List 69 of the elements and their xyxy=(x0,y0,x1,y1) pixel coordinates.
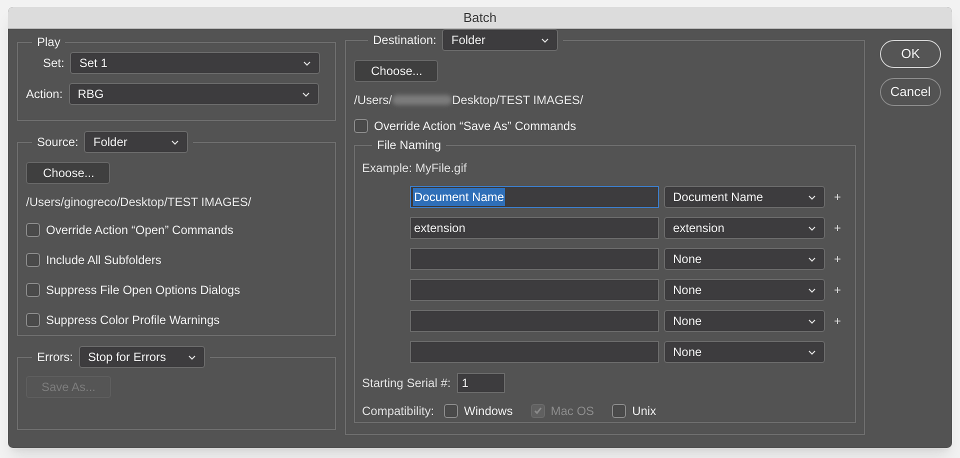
name-field[interactable] xyxy=(410,341,659,363)
add-button[interactable]: + xyxy=(834,281,842,299)
destination-select[interactable]: Folder xyxy=(442,29,558,51)
example-text: Example: MyFile.gif xyxy=(362,160,468,177)
chevron-icon xyxy=(808,318,816,324)
chevron-icon xyxy=(808,350,816,354)
chevron-icon xyxy=(808,226,816,230)
window-title: Batch xyxy=(463,8,497,27)
token-select[interactable]: None xyxy=(664,248,825,270)
token-select[interactable]: None xyxy=(664,279,825,301)
checkbox[interactable] xyxy=(612,404,626,418)
source-path: /Users/ginogreco/Desktop/TEST IMAGES/ xyxy=(26,194,252,211)
add-button[interactable]: + xyxy=(834,188,842,206)
checkbox[interactable] xyxy=(26,283,40,297)
action-select[interactable]: RBG xyxy=(68,83,319,105)
blurred-text xyxy=(392,95,452,105)
checkbox[interactable] xyxy=(26,253,40,267)
set-label: Set: xyxy=(43,55,64,72)
source-select[interactable]: Folder xyxy=(84,131,188,153)
chevron-icon xyxy=(541,38,550,42)
chevron-icon xyxy=(188,354,196,360)
checkbox-label: Suppress File Open Options Dialogs xyxy=(46,282,240,299)
name-field[interactable] xyxy=(410,248,659,270)
serial-field[interactable]: 1 xyxy=(456,373,505,393)
checkbox-label: Override Action “Open” Commands xyxy=(46,222,234,239)
token-select[interactable]: Document Name xyxy=(664,186,825,208)
checkbox-label: Windows xyxy=(464,403,513,420)
errors-label: Errors: xyxy=(37,349,73,366)
token-select[interactable]: extension xyxy=(664,217,825,239)
checkbox[interactable] xyxy=(444,404,458,418)
dialog-button[interactable]: Cancel xyxy=(880,78,941,106)
destination-label: Destination: xyxy=(373,32,436,49)
add-button[interactable]: + xyxy=(834,312,842,330)
chevron-icon xyxy=(302,92,310,96)
checkbox-label: Override Action “Save As” Commands xyxy=(374,118,576,135)
action-label: Action: xyxy=(26,86,63,103)
file-naming-legend: File Naming xyxy=(372,136,446,154)
compatibility-label: Compatibility: xyxy=(362,403,434,420)
destination-path-start: /Users/ xyxy=(354,92,392,109)
name-field[interactable]: Document Name xyxy=(410,186,659,208)
checkbox-label: Suppress Color Profile Warnings xyxy=(46,312,220,329)
chevron-icon xyxy=(808,194,816,200)
play-legend: Play xyxy=(32,33,66,51)
checkbox-label: Mac OS xyxy=(550,403,594,420)
serial-label: Starting Serial #: xyxy=(362,375,451,392)
name-field[interactable]: extension xyxy=(410,217,659,239)
dialog-button[interactable]: OK xyxy=(880,40,941,68)
choose-button[interactable]: Choose... xyxy=(26,162,110,184)
checkbox-label: Include All Subfolders xyxy=(46,252,162,269)
checkbox[interactable] xyxy=(26,223,40,237)
source-label: Source: xyxy=(37,134,78,151)
add-button[interactable]: + xyxy=(834,250,842,268)
chevron-icon xyxy=(171,140,180,144)
name-field[interactable] xyxy=(410,279,659,301)
destination-path-end: Desktop/TEST IMAGES/ xyxy=(452,92,584,109)
token-select[interactable]: None xyxy=(664,310,825,332)
name-field[interactable] xyxy=(410,310,659,332)
errors-select[interactable]: Stop for Errors xyxy=(79,346,205,368)
checkbox[interactable] xyxy=(354,119,368,133)
chevron-icon xyxy=(808,256,816,262)
checkbox-label: Unix xyxy=(632,403,656,420)
chevron-icon xyxy=(303,60,312,66)
add-button[interactable]: + xyxy=(834,219,842,237)
choose-button[interactable]: Choose... xyxy=(354,60,438,82)
token-select[interactable]: None xyxy=(664,341,825,363)
check-icon xyxy=(532,406,543,416)
checkbox[interactable] xyxy=(26,313,40,327)
chevron-icon xyxy=(808,288,816,292)
set-select[interactable]: Set 1 xyxy=(70,52,320,74)
